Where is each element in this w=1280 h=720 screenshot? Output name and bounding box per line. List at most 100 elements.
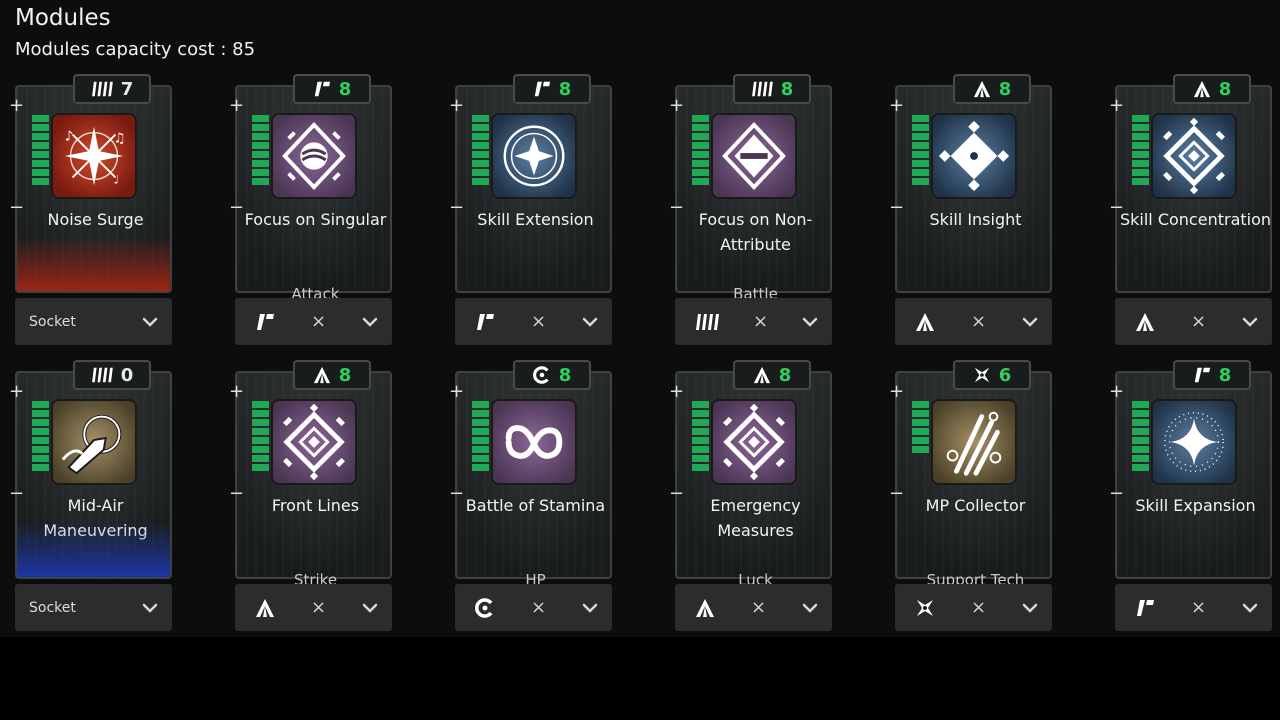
module-card[interactable]: Skill Extension bbox=[455, 85, 612, 293]
increase-button[interactable]: + bbox=[889, 97, 904, 115]
level-pip bbox=[32, 124, 49, 131]
attribute-dropdown[interactable]: × bbox=[1115, 298, 1272, 345]
increase-button[interactable]: + bbox=[449, 383, 464, 401]
remove-button[interactable]: × bbox=[531, 311, 546, 332]
level-pip bbox=[252, 142, 269, 149]
remove-button[interactable]: × bbox=[311, 597, 326, 618]
decrease-button[interactable]: − bbox=[9, 199, 24, 217]
remove-button[interactable]: × bbox=[971, 597, 986, 618]
module-card[interactable]: MP Collector Support Tech bbox=[895, 371, 1052, 589]
level-pip bbox=[252, 410, 269, 417]
module-name: Focus on Non-Attribute bbox=[698, 210, 813, 254]
decrease-button[interactable]: − bbox=[889, 485, 904, 503]
module-card[interactable]: Skill Concentration bbox=[1115, 85, 1272, 293]
chevron-down-icon[interactable] bbox=[1242, 317, 1258, 327]
increase-button[interactable]: + bbox=[9, 383, 24, 401]
increase-button[interactable]: + bbox=[229, 97, 244, 115]
module-cost: 8 bbox=[780, 78, 794, 100]
module-card[interactable]: Emergency Measures Luck bbox=[675, 371, 832, 589]
decrease-button[interactable]: − bbox=[229, 199, 244, 217]
level-pip bbox=[472, 410, 489, 417]
increase-button[interactable]: + bbox=[229, 383, 244, 401]
module-card[interactable]: ♪ ♫ ♩ Noise Surge bbox=[15, 85, 172, 293]
remove-button[interactable]: × bbox=[753, 311, 768, 332]
increase-button[interactable]: + bbox=[889, 383, 904, 401]
level-pip bbox=[252, 160, 269, 167]
chevron-down-icon[interactable] bbox=[802, 317, 818, 327]
decrease-button[interactable]: − bbox=[1109, 199, 1124, 217]
decrease-button[interactable]: − bbox=[449, 199, 464, 217]
level-pip bbox=[472, 169, 489, 176]
decrease-button[interactable]: − bbox=[449, 485, 464, 503]
attribute-dropdown[interactable]: × bbox=[675, 584, 832, 631]
module-slot: MP Collector Support Tech 6 + − × bbox=[889, 360, 1055, 638]
decrease-button[interactable]: − bbox=[229, 485, 244, 503]
attribute-dropdown[interactable]: × bbox=[455, 584, 612, 631]
chevron-down-icon[interactable] bbox=[582, 603, 598, 613]
remove-button[interactable]: × bbox=[1191, 311, 1206, 332]
chevron-down-icon[interactable] bbox=[1242, 603, 1258, 613]
level-pip bbox=[912, 419, 929, 426]
chevron-down-icon[interactable] bbox=[362, 317, 378, 327]
attribute-dropdown[interactable]: × bbox=[895, 584, 1052, 631]
remove-button[interactable]: × bbox=[311, 311, 326, 332]
chevron-down-icon[interactable] bbox=[802, 603, 818, 613]
attribute-dropdown[interactable]: × bbox=[235, 584, 392, 631]
level-pip bbox=[912, 151, 929, 158]
decrease-button[interactable]: − bbox=[1109, 485, 1124, 503]
remove-button[interactable]: × bbox=[751, 597, 766, 618]
level-pip bbox=[1132, 151, 1149, 158]
level-pip bbox=[1132, 115, 1149, 122]
increase-button[interactable]: + bbox=[9, 97, 24, 115]
attribute-dropdown[interactable]: × bbox=[1115, 584, 1272, 631]
level-pip bbox=[32, 446, 49, 453]
remove-button[interactable]: × bbox=[1191, 597, 1206, 618]
module-card[interactable]: Mid-Air Maneuvering bbox=[15, 371, 172, 579]
remove-button[interactable]: × bbox=[971, 311, 986, 332]
socket-dropdown[interactable]: Socket bbox=[15, 298, 172, 345]
module-slot: Skill Extension 8 + − × bbox=[449, 74, 615, 352]
module-card[interactable]: Focus on Non-Attribute Battle bbox=[675, 85, 832, 303]
decrease-button[interactable]: − bbox=[669, 485, 684, 503]
module-slot: Skill Expansion 8 + − × bbox=[1109, 360, 1275, 638]
slash-type-icon bbox=[475, 312, 495, 332]
module-icon-compass-star bbox=[491, 113, 577, 199]
module-icon-cross-diamond bbox=[931, 113, 1017, 199]
module-level-bars bbox=[692, 115, 709, 185]
level-pip bbox=[912, 133, 929, 140]
module-card[interactable]: Battle of Stamina HP bbox=[455, 371, 612, 589]
chevron-down-icon[interactable] bbox=[1022, 317, 1038, 327]
chevron-down-icon[interactable] bbox=[142, 317, 158, 327]
level-pip bbox=[912, 401, 929, 408]
chevron-down-icon[interactable] bbox=[1022, 603, 1038, 613]
level-pip bbox=[252, 178, 269, 185]
socket-dropdown[interactable]: Socket bbox=[15, 584, 172, 631]
level-pip bbox=[1132, 178, 1149, 185]
attribute-dropdown[interactable]: × bbox=[455, 298, 612, 345]
decrease-button[interactable]: − bbox=[9, 485, 24, 503]
attribute-dropdown[interactable]: × bbox=[895, 298, 1052, 345]
chevron-down-icon[interactable] bbox=[142, 603, 158, 613]
module-card[interactable]: Front Lines Strike bbox=[235, 371, 392, 589]
increase-button[interactable]: + bbox=[1109, 383, 1124, 401]
level-pip bbox=[912, 115, 929, 122]
level-pip bbox=[1132, 169, 1149, 176]
decrease-button[interactable]: − bbox=[889, 199, 904, 217]
chevron-down-icon[interactable] bbox=[582, 317, 598, 327]
chevron-down-icon[interactable] bbox=[362, 603, 378, 613]
increase-button[interactable]: + bbox=[1109, 97, 1124, 115]
decrease-button[interactable]: − bbox=[669, 199, 684, 217]
remove-button[interactable]: × bbox=[531, 597, 546, 618]
module-card[interactable]: Skill Expansion bbox=[1115, 371, 1272, 579]
module-cost: 8 bbox=[1218, 78, 1232, 100]
module-card[interactable]: Focus on Singular Attack bbox=[235, 85, 392, 303]
level-pip bbox=[252, 464, 269, 471]
module-level-bars bbox=[32, 115, 49, 185]
increase-button[interactable]: + bbox=[669, 97, 684, 115]
module-card[interactable]: Skill Insight bbox=[895, 85, 1052, 293]
module-slot: Mid-Air Maneuvering 0 + − Socket bbox=[9, 360, 175, 638]
increase-button[interactable]: + bbox=[449, 97, 464, 115]
attribute-dropdown[interactable]: × bbox=[675, 298, 832, 345]
attribute-dropdown[interactable]: × bbox=[235, 298, 392, 345]
increase-button[interactable]: + bbox=[669, 383, 684, 401]
